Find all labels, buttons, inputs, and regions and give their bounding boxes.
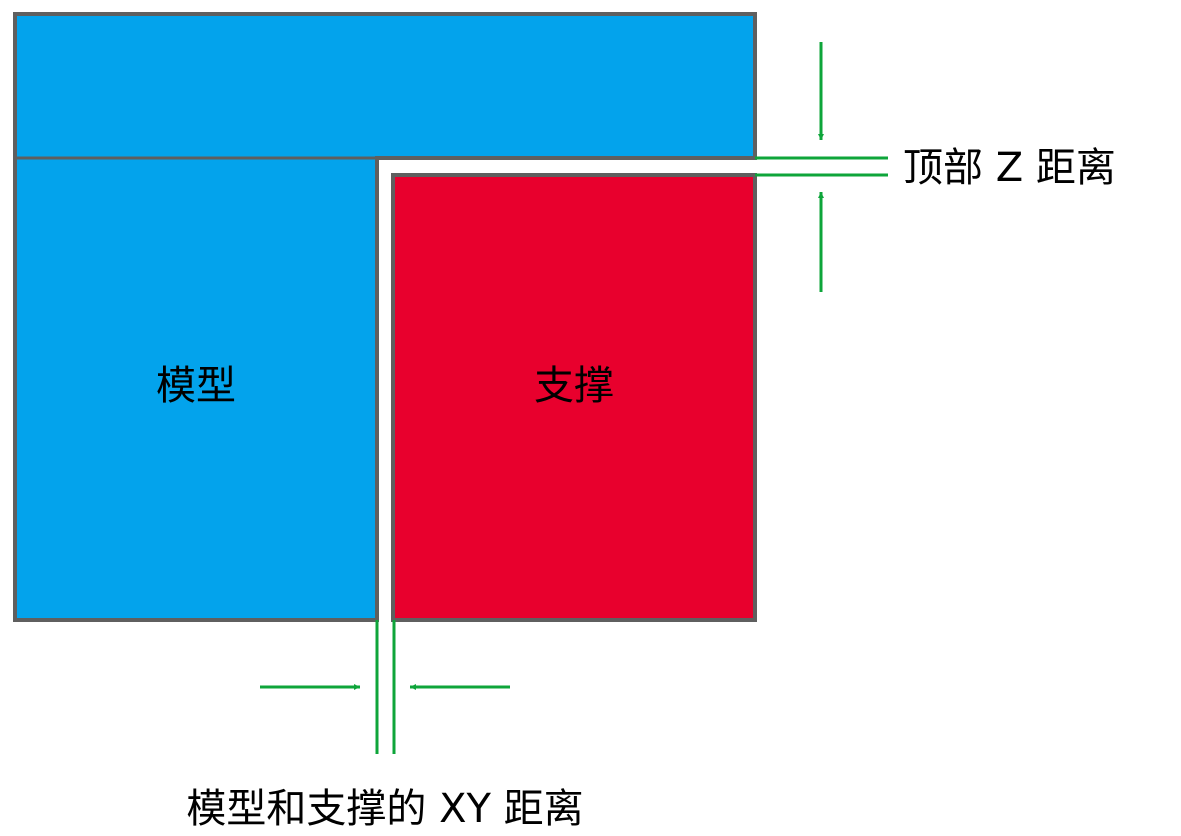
xy-distance-label: 模型和支撑的 XY 距离	[186, 786, 583, 832]
model-label: 模型	[156, 363, 236, 409]
top-z-distance-dimension	[755, 42, 888, 292]
support-distance-diagram: 模型 支撑 顶部 Z 距离 模型和支撑的 XY 距离	[13, 12, 1116, 832]
support-label: 支撑	[534, 363, 614, 409]
xy-distance-dimension	[260, 620, 510, 754]
top-z-distance-label: 顶部 Z 距离	[903, 145, 1116, 191]
